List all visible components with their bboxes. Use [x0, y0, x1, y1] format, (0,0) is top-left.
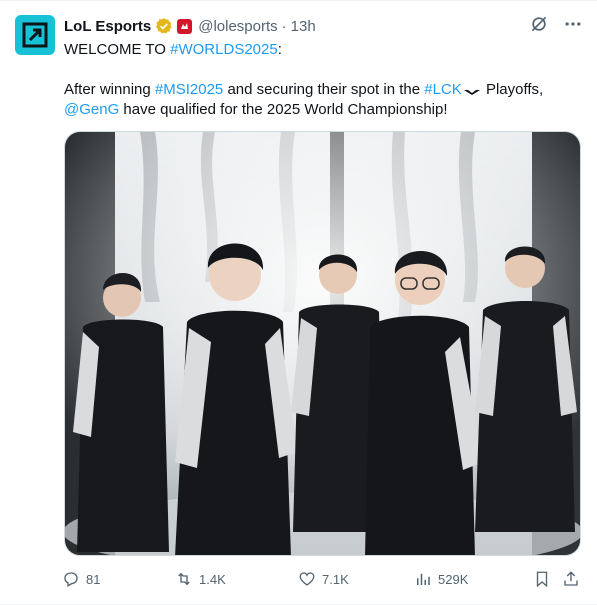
bookmark-icon	[536, 571, 548, 588]
team-photo-image	[65, 132, 580, 555]
avatar[interactable]	[15, 15, 55, 55]
text-segment: Playoffs,	[481, 81, 544, 98]
reply-count: 81	[86, 571, 101, 587]
repost-count: 1.4K	[199, 571, 226, 587]
hashtag-lck[interactable]: #LCK	[424, 81, 462, 98]
views-icon	[417, 573, 430, 585]
text-segment: and securing their spot in the	[223, 81, 425, 98]
timestamp[interactable]: 13h	[291, 18, 316, 35]
share-icon	[564, 571, 578, 586]
reply-button[interactable]: 81	[62, 570, 100, 588]
like-button[interactable]: 7.1K	[298, 570, 349, 588]
mention-geng[interactable]: @GenG	[64, 101, 119, 118]
tweet-line-3: @GenG have qualified for the 2025 World …	[64, 100, 579, 120]
repost-icon	[178, 572, 190, 586]
text-segment: :	[277, 41, 282, 58]
text-segment: After winning	[64, 81, 155, 98]
like-count: 7.1K	[322, 571, 349, 587]
lol-esports-logo-icon	[22, 22, 48, 48]
tweet-photo[interactable]	[64, 131, 581, 556]
text-segment: WELCOME TO	[64, 41, 171, 58]
share-button[interactable]	[562, 570, 580, 588]
bookmark-button[interactable]	[533, 570, 551, 588]
affiliate-badge-icon[interactable]	[177, 18, 193, 34]
reply-icon	[64, 572, 78, 587]
grok-icon[interactable]	[529, 14, 549, 34]
like-icon	[299, 572, 315, 586]
tweet-header: LoL Esports @lolesports · 13h	[64, 16, 316, 36]
tweet-line-1: WELCOME TO #WORLDS2025:	[64, 40, 579, 60]
tweet-action-bar: 81 1.4K 7.1K 529K	[62, 570, 582, 590]
tweet-line-2: After winning #MSI2025 and securing thei…	[64, 80, 579, 100]
repost-button[interactable]: 1.4K	[175, 570, 226, 588]
verified-badge-icon[interactable]	[155, 17, 173, 35]
views-count: 529K	[438, 571, 469, 587]
tweet-text: WELCOME TO #WORLDS2025: After winning #M…	[64, 40, 579, 120]
lck-hashflag-icon	[463, 85, 480, 96]
author-name[interactable]: LoL Esports	[64, 18, 151, 35]
hashtag-msi2025[interactable]: #MSI2025	[155, 81, 223, 98]
author-handle[interactable]: @lolesports	[198, 18, 277, 35]
divider-top	[0, 0, 597, 1]
views-button[interactable]: 529K	[414, 570, 468, 588]
more-icon[interactable]	[563, 14, 583, 34]
text-segment: have qualified for the 2025 World Champi…	[119, 101, 448, 118]
tweet-top-actions	[529, 14, 583, 34]
separator-dot: ·	[281, 17, 287, 35]
hashtag-worlds2025[interactable]: #WORLDS2025	[170, 41, 278, 58]
